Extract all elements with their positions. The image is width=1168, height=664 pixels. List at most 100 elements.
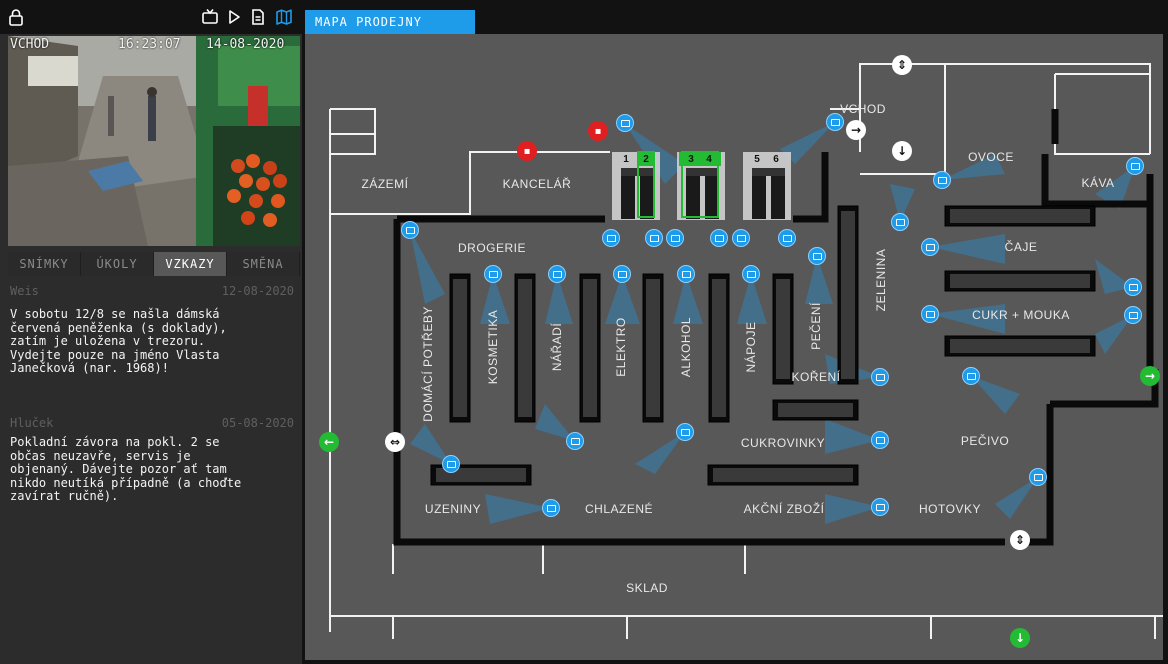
camera-icon[interactable] [566, 432, 584, 450]
panel-tabs: SNÍMKY ÚKOLY VZKAZY SMĚNA [8, 252, 300, 276]
camera-icon[interactable] [732, 229, 750, 247]
aisle-label-akcni-zbozi: AKČNÍ ZBOŽÍ [743, 502, 825, 516]
camera-icon[interactable] [1029, 468, 1047, 486]
room-label-ovoce: OVOCE [968, 150, 1014, 164]
camera-time: 16:23:07 [118, 37, 181, 52]
camera-icon[interactable] [676, 423, 694, 441]
room-label-kancelar: KANCELÁŘ [502, 177, 572, 191]
room-label-pecivo: PEČIVO [960, 434, 1010, 448]
camera-icon[interactable] [921, 305, 939, 323]
camera-icon[interactable] [645, 229, 663, 247]
camera-icon[interactable] [484, 265, 502, 283]
camera-icon[interactable] [602, 229, 620, 247]
camera-icon[interactable] [1126, 157, 1144, 175]
tab-vzkazy[interactable]: VZKAZY [154, 252, 227, 276]
camera-icon[interactable] [826, 113, 844, 131]
till-number: 6 [773, 154, 779, 165]
camera-icon[interactable] [710, 229, 728, 247]
exit-arrow-right-icon[interactable]: → [1140, 366, 1160, 386]
message-author: Weis [10, 284, 39, 298]
exit-arrow-left-icon[interactable]: ← [319, 432, 339, 452]
play-icon[interactable] [224, 7, 244, 27]
room-label-zazemi: ZÁZEMÍ [361, 177, 409, 191]
door-updown-icon[interactable]: ⇕ [892, 55, 912, 75]
tab-mapa-prodejny[interactable]: MAPA PRODEJNY [305, 10, 475, 34]
aisle-label-cukrovinky: CUKROVINKY [740, 436, 826, 450]
till-number: 5 [754, 154, 760, 165]
lock-icon[interactable]: ▪ [517, 141, 537, 161]
message-header: Weis 12-08-2020 [8, 284, 300, 302]
aisle-label-drogerie: DROGERIE [457, 241, 527, 255]
aisle-label-koreni: KOŘENÍ [791, 370, 841, 384]
door-updown-icon[interactable]: ⇕ [1010, 530, 1030, 550]
message-author: Hluček [10, 416, 54, 430]
door-leftright-icon[interactable]: ⇔ [385, 432, 405, 452]
room-label-kava: KÁVA [1081, 176, 1115, 190]
room-label-cukr: CUKR + MOUKA [972, 308, 1070, 322]
exit-arrow-down-icon[interactable]: ↓ [1010, 628, 1030, 648]
camera-icon[interactable] [442, 455, 460, 473]
camera-icon[interactable] [962, 367, 980, 385]
camera-icon[interactable] [871, 498, 889, 516]
camera-icon[interactable] [778, 229, 796, 247]
tab-smena[interactable]: SMĚNA [227, 252, 300, 276]
camera-icon[interactable] [921, 238, 939, 256]
lock-icon[interactable] [6, 7, 26, 27]
aisle-label-kosmetika: KOSMETIKA [486, 309, 500, 385]
camera-name: VCHOD [10, 37, 50, 52]
message-date: 12-08-2020 [221, 284, 294, 298]
store-map[interactable]: VCHOD ZÁZEMÍ KANCELÁŘ OVOCE KÁVA ČAJE CU… [305, 34, 1163, 660]
map-icon[interactable] [274, 7, 294, 27]
door-arrow-down-icon[interactable]: ↓ [892, 141, 912, 161]
camera-icon[interactable] [933, 171, 951, 189]
camera-icon[interactable] [677, 265, 695, 283]
aisle-label-peceni: PEČENÍ [809, 302, 823, 350]
till-number: 4 [706, 154, 712, 165]
aisle-label-alkohol: ALKOHOL [679, 316, 693, 378]
camera-osd: VCHOD 16:23:07 14-08-2020 [8, 36, 300, 54]
left-toolbar [0, 0, 302, 34]
camera-icon[interactable] [616, 114, 634, 132]
aisle-label-elektro: ELEKTRO [614, 317, 628, 377]
tab-ukoly[interactable]: ÚKOLY [81, 252, 154, 276]
aisle-label-uzeniny: UZENINY [424, 502, 482, 516]
camera-icon[interactable] [401, 221, 419, 239]
lock-icon[interactable]: ▪ [588, 121, 608, 141]
tv-icon[interactable] [200, 7, 220, 27]
camera-date: 14-08-2020 [206, 37, 285, 52]
message-date: 05-08-2020 [221, 416, 294, 430]
aisle-label-napoje: NÁPOJE [744, 321, 758, 373]
message-text: Pokladní závora na pokl. 2 se občas neuz… [10, 435, 242, 503]
message-item[interactable]: Weis 12-08-2020 V sobotu 12/8 se našla d… [8, 284, 300, 376]
camera-feed[interactable] [8, 36, 300, 246]
till-number: 1 [623, 154, 629, 165]
camera-icon[interactable] [742, 265, 760, 283]
camera-icon[interactable] [808, 247, 826, 265]
aisle-label-naradi: NÁŘADÍ [550, 322, 564, 372]
camera-icon[interactable] [613, 265, 631, 283]
document-icon[interactable] [248, 7, 268, 27]
room-label-sklad: SKLAD [626, 581, 668, 595]
till-number: 2 [643, 154, 649, 165]
left-panel: VCHOD 16:23:07 14-08-2020 SNÍMKY ÚKOLY V… [0, 0, 302, 664]
room-label-caje: ČAJE [1004, 240, 1038, 254]
camera-icon[interactable] [666, 229, 684, 247]
aisle-label-domaci-potreby: DOMÁCÍ POTŘEBY [421, 306, 435, 422]
camera-icon[interactable] [891, 213, 909, 231]
camera-icon[interactable] [871, 431, 889, 449]
tab-snimky[interactable]: SNÍMKY [8, 252, 81, 276]
till-number: 3 [688, 154, 694, 165]
message-text: V sobotu 12/8 se našla dámská červená pe… [10, 307, 227, 375]
room-label-vchod: VCHOD [840, 102, 886, 116]
aisle-label-chlazene: CHLAZENÉ [584, 502, 654, 516]
aisle-label-zelenina: ZELENINA [874, 248, 888, 312]
camera-icon[interactable] [542, 499, 560, 517]
message-header: Hluček 05-08-2020 [8, 416, 300, 434]
camera-icon[interactable] [548, 265, 566, 283]
camera-icon[interactable] [1124, 278, 1142, 296]
message-item[interactable]: Hluček 05-08-2020 Pokladní závora na pok… [8, 416, 300, 504]
aisle-label-hotovky: HOTOVKY [919, 502, 981, 516]
door-arrow-right-icon[interactable]: → [846, 120, 866, 140]
camera-icon[interactable] [871, 368, 889, 386]
camera-icon[interactable] [1124, 306, 1142, 324]
